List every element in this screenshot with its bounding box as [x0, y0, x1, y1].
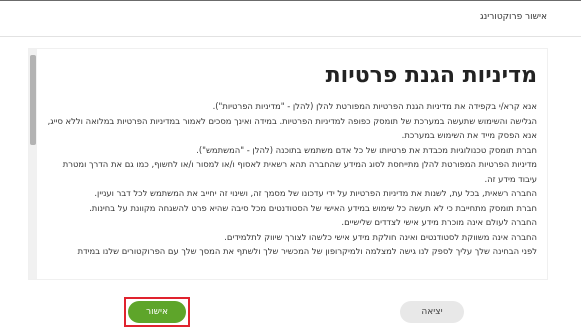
dialog-title: אישור פרוקטורינג [479, 12, 547, 22]
confirm-button[interactable]: אישור [128, 301, 186, 323]
scrollbar-thumb[interactable] [30, 55, 36, 145]
policy-paragraph: מדיניות הפרטיות המפורטת להלן מתייחסת לסו… [62, 159, 537, 184]
policy-scroll-area[interactable]: מדיניות הגנת פרטיות אנא קרא/י בקפידה את … [28, 48, 548, 280]
policy-paragraph: הגלישה והשימוש שתעשה במערכת של תומסק כפו… [47, 115, 537, 141]
proctoring-dialog: אישור פרוקטורינג מדיניות הגנת פרטיות אנא… [0, 0, 581, 336]
policy-paragraph: חברת תומסק טכנולוגיות מכבדת את פרטיותו ש… [196, 144, 537, 155]
confirm-button-highlight: אישור [124, 297, 190, 327]
dialog-header: אישור פרוקטורינג [0, 1, 581, 37]
policy-paragraph: החברה רשאית, בכל עת, לשנות את מדיניות הפ… [94, 188, 537, 198]
privacy-policy: מדיניות הגנת פרטיות אנא קרא/י בקפידה את … [45, 49, 543, 259]
policy-paragraph: חברת תומסק מתחייבת כי לא תעשה כל שימוש ב… [89, 202, 537, 213]
policy-paragraph: לפני הבחינה שלך עליך לספק לנו גישה למצלמ… [77, 246, 537, 256]
policy-paragraph: אנא קרא/י בקפידה את מדיניות הגנת הפרטיות… [212, 101, 537, 111]
exit-button[interactable]: יציאה [400, 301, 464, 323]
scrollbar[interactable] [29, 49, 37, 279]
policy-heading: מדיניות הגנת פרטיות [325, 63, 537, 88]
policy-paragraph: החברה אינה משווקת לסטודנטים ואינה חולקת … [224, 231, 537, 242]
policy-paragraph: החברה לעולם אינה מוכרת מידע אישי לצדדים … [341, 217, 537, 227]
